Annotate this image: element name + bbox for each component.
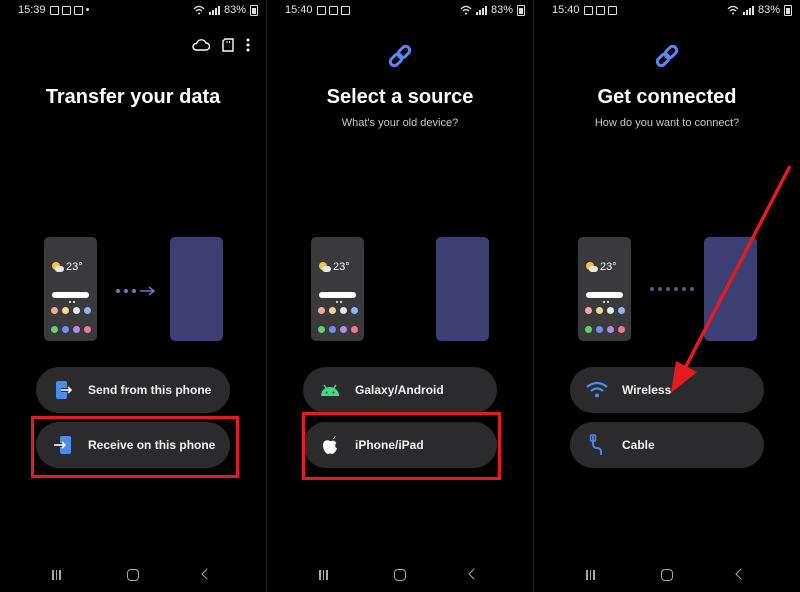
galaxy-android-button[interactable]: Galaxy/Android: [303, 367, 497, 413]
signal-icon: [208, 5, 220, 15]
page-title: Transfer your data: [45, 86, 221, 108]
status-time: 15:39: [18, 4, 46, 16]
transfer-arrow: [116, 286, 156, 296]
weather-icon: [319, 262, 331, 272]
home-icon[interactable]: [661, 569, 673, 581]
old-phone-illustration: 23°: [311, 237, 364, 341]
panel-transfer-your-data: 15:39 83% Transfer your data 23° Send fr…: [0, 0, 266, 592]
recent-apps-icon[interactable]: [586, 570, 595, 580]
battery-percent: 83%: [223, 4, 246, 16]
signal-icon: [475, 5, 487, 15]
page-title: Select a source: [326, 86, 474, 108]
new-phone-illustration: [436, 237, 489, 341]
new-phone-illustration: [170, 237, 223, 341]
recent-apps-icon[interactable]: [52, 570, 61, 580]
back-icon[interactable]: [201, 568, 213, 580]
back-icon[interactable]: [735, 568, 747, 580]
navigation-bar: [267, 564, 533, 588]
weather-icon: [52, 262, 64, 272]
android-icon: [317, 377, 343, 403]
send-from-this-phone-button[interactable]: Send from this phone: [36, 367, 230, 413]
status-time: 15:40: [285, 4, 313, 16]
recent-apps-icon[interactable]: [319, 570, 328, 580]
home-icon[interactable]: [127, 569, 139, 581]
sd-card-icon[interactable]: [222, 38, 234, 52]
button-label: Galaxy/Android: [355, 383, 444, 397]
cloud-icon[interactable]: [192, 39, 210, 51]
notification-icons: [50, 6, 89, 15]
wifi-status-icon: [460, 5, 472, 15]
old-phone-illustration: 23°: [44, 237, 97, 341]
wifi-status-icon: [193, 5, 205, 15]
battery-percent: 83%: [490, 4, 513, 16]
home-icon[interactable]: [394, 569, 406, 581]
page-subtitle: What's your old device?: [341, 117, 459, 129]
back-icon[interactable]: [468, 568, 480, 580]
red-arrow-annotation: [671, 165, 792, 393]
status-bar: 15:39 83%: [0, 2, 266, 20]
battery-icon: [517, 4, 525, 16]
button-label: Send from this phone: [88, 383, 212, 397]
more-vert-icon[interactable]: [246, 38, 250, 52]
highlight-box: [302, 412, 501, 480]
link-icon: [388, 44, 412, 68]
panel-select-a-source: 15:40 83% Select a source What's your ol…: [267, 0, 533, 592]
navigation-bar: [0, 564, 266, 588]
battery-icon: [250, 4, 258, 16]
notification-icons: [317, 6, 350, 15]
navigation-bar: [534, 564, 800, 588]
panel-get-connected: 15:40 83% Get connected How do you want …: [534, 0, 800, 592]
temperature: 23°: [66, 261, 83, 273]
temperature: 23°: [333, 261, 350, 273]
status-bar: 15:40 83%: [267, 2, 533, 20]
highlight-box: [31, 416, 239, 478]
send-phone-icon: [50, 377, 76, 403]
